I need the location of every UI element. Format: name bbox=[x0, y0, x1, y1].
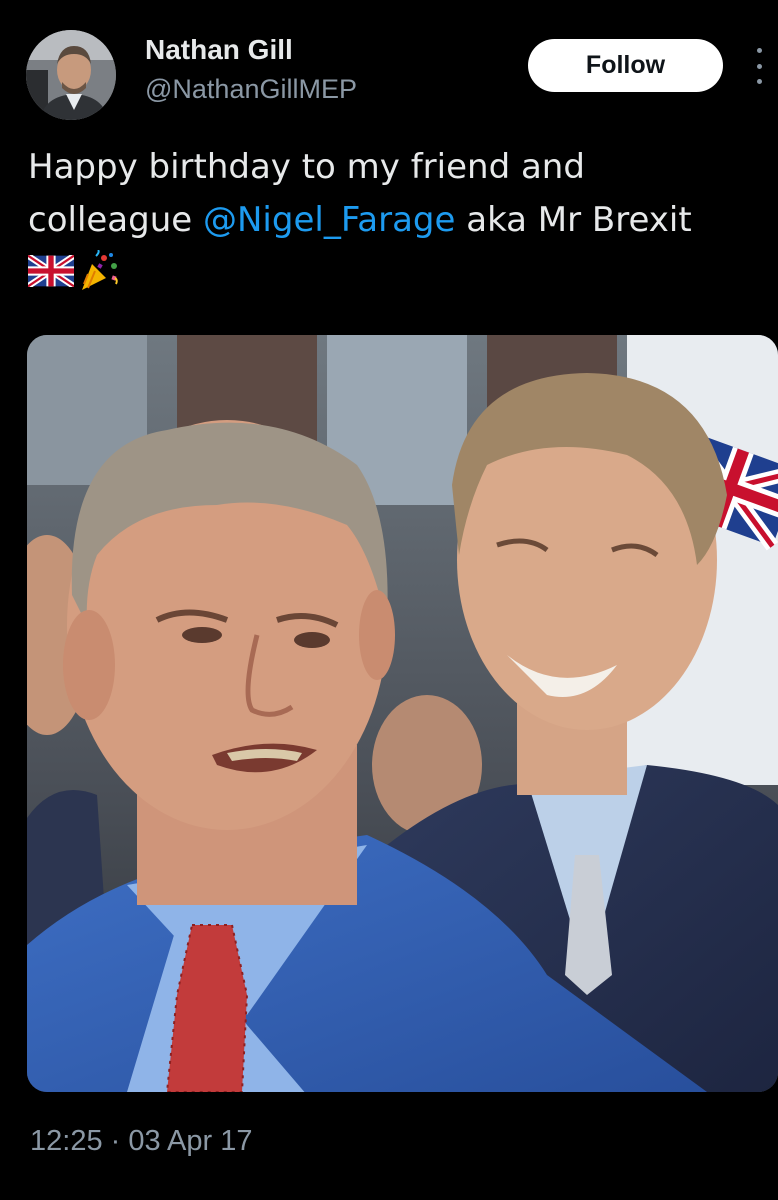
tweet-card: Nathan Gill @NathanGillMEP Follow Happy … bbox=[0, 0, 778, 1200]
mention-link[interactable]: @Nigel_Farage bbox=[203, 200, 455, 240]
uk-flag-emoji bbox=[28, 255, 74, 287]
party-popper-emoji bbox=[82, 250, 118, 290]
tweet-photo[interactable] bbox=[27, 335, 778, 1092]
photo-image bbox=[27, 335, 778, 1092]
author-handle[interactable]: @NathanGillMEP bbox=[145, 74, 357, 105]
follow-button[interactable]: Follow bbox=[528, 39, 723, 92]
profile-photo-icon bbox=[26, 30, 116, 120]
more-vertical-icon[interactable] bbox=[748, 44, 770, 88]
tweet-timestamp[interactable]: 12:25 · 03 Apr 17 bbox=[30, 1125, 253, 1158]
emoji-row bbox=[28, 248, 120, 294]
dot bbox=[756, 48, 762, 53]
tweet-text-part-2: aka Mr Brexit bbox=[455, 200, 692, 240]
dot bbox=[756, 63, 762, 69]
avatar[interactable] bbox=[26, 30, 116, 120]
dot bbox=[756, 79, 762, 84]
author-name[interactable]: Nathan Gill bbox=[145, 34, 293, 66]
tweet-text: Happy birthday to my friend and colleagu… bbox=[28, 141, 758, 247]
